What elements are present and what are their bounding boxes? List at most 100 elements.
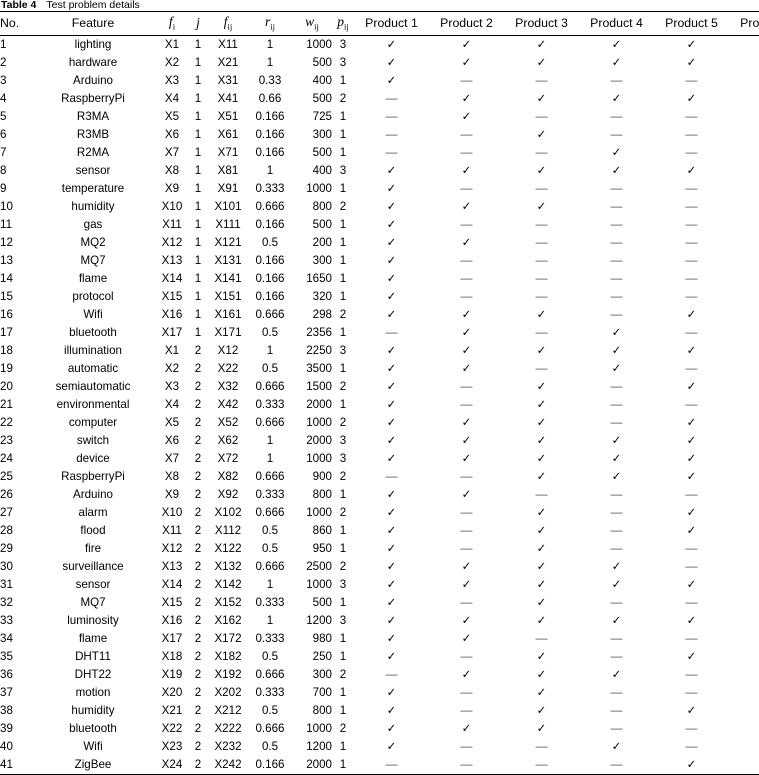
- cell-j: 1: [194, 146, 202, 160]
- cell-fi: X11: [162, 524, 182, 538]
- cell-feature: temperature: [61, 182, 125, 196]
- dash-icon: —: [460, 181, 473, 196]
- cell-feature: fire: [84, 542, 102, 556]
- dash-icon: —: [610, 397, 623, 412]
- check-icon: ✓: [611, 344, 622, 357]
- check-icon: ✓: [461, 200, 472, 213]
- cell-no: 5: [0, 110, 7, 124]
- cell-feature: surveillance: [62, 560, 124, 574]
- check-icon: ✓: [536, 722, 547, 735]
- cell-product-4: —: [579, 648, 654, 666]
- dash-icon: —: [535, 361, 548, 376]
- cell-pij: 3: [339, 578, 347, 592]
- cell-pij: 1: [339, 596, 347, 610]
- cell-product-4: —: [579, 684, 654, 702]
- cell-product-5: ✓: [654, 648, 729, 666]
- cell-feature: gas: [83, 218, 103, 232]
- column-header-product-6: Product 6: [740, 15, 759, 30]
- cell-pij: 1: [339, 650, 347, 664]
- dash-icon: —: [610, 649, 623, 664]
- cell-wij: 400: [312, 164, 332, 178]
- cell-fi: X10: [161, 200, 183, 214]
- cell-product-5: ✓: [654, 576, 729, 594]
- cell-fi: X1: [164, 344, 180, 358]
- cell-product-1: ✓: [354, 378, 429, 396]
- cell-feature: RaspberryPi: [61, 92, 125, 106]
- cell-product-6: ✓: [729, 612, 759, 630]
- cell-product-4: —: [579, 702, 654, 720]
- cell-j: 2: [194, 362, 202, 376]
- column-header-product-3: Product 3: [515, 15, 568, 30]
- dash-icon: —: [460, 685, 473, 700]
- cell-product-4: —: [579, 252, 654, 270]
- table-row: 26ArduinoX92X920.3338001✓✓————: [0, 486, 759, 504]
- cell-fij: X131: [214, 254, 242, 268]
- cell-rij: 0.5: [261, 362, 279, 376]
- cell-no: 28: [0, 524, 13, 538]
- cell-product-4: ✓: [579, 432, 654, 450]
- cell-product-3: ✓: [504, 162, 579, 180]
- cell-rij: 0.166: [255, 128, 285, 142]
- cell-j: 1: [194, 74, 202, 88]
- dash-icon: —: [460, 523, 473, 538]
- cell-product-2: ✓: [429, 90, 504, 108]
- check-icon: ✓: [686, 56, 697, 69]
- check-icon: ✓: [686, 524, 697, 537]
- cell-product-4: ✓: [579, 558, 654, 576]
- cell-product-2: —: [429, 468, 504, 486]
- cell-pij: 2: [339, 470, 347, 484]
- cell-fij: X141: [214, 272, 242, 286]
- check-icon: ✓: [386, 596, 397, 609]
- cell-product-5: —: [654, 396, 729, 414]
- cell-product-3: ✓: [504, 468, 579, 486]
- check-icon: ✓: [461, 344, 472, 357]
- cell-fij: X212: [214, 704, 242, 718]
- cell-wij: 300: [312, 254, 332, 268]
- table-row: 40WifiX232X2320.512001✓——✓—✓: [0, 738, 759, 756]
- cell-pij: 2: [339, 722, 347, 736]
- cell-pij: 1: [339, 218, 347, 232]
- dash-icon: —: [385, 469, 398, 484]
- cell-product-3: ✓: [504, 540, 579, 558]
- check-icon: ✓: [386, 254, 397, 267]
- cell-pij: 1: [339, 704, 347, 718]
- cell-no: 2: [0, 56, 7, 70]
- cell-rij: 0.5: [261, 740, 279, 754]
- cell-wij: 1000: [306, 452, 332, 466]
- cell-fij: X22: [217, 362, 239, 376]
- cell-rij: 0.5: [261, 542, 279, 556]
- column-header-product-2: Product 2: [440, 15, 493, 30]
- check-icon: ✓: [611, 362, 622, 375]
- dash-icon: —: [460, 703, 473, 718]
- cell-fij: X192: [214, 668, 242, 682]
- dash-icon: —: [610, 379, 623, 394]
- cell-product-2: ✓: [429, 558, 504, 576]
- cell-j: 1: [194, 254, 202, 268]
- header-row: No. Feature fi j fij rij wij pij Product…: [0, 11, 759, 36]
- cell-product-3: ✓: [504, 648, 579, 666]
- cell-fij: X62: [217, 434, 239, 448]
- cell-rij: 0.166: [255, 758, 285, 772]
- cell-fij: X121: [214, 236, 242, 250]
- cell-product-5: ✓: [654, 306, 729, 324]
- check-icon: ✓: [461, 326, 472, 339]
- cell-wij: 950: [312, 542, 332, 556]
- cell-product-3: —: [504, 144, 579, 162]
- check-icon: ✓: [611, 560, 622, 573]
- cell-product-6: ✓: [729, 342, 759, 360]
- cell-pij: 3: [339, 164, 347, 178]
- cell-wij: 500: [312, 146, 332, 160]
- column-header-product-5: Product 5: [665, 15, 718, 30]
- cell-no: 23: [0, 434, 13, 448]
- check-icon: ✓: [536, 470, 547, 483]
- cell-product-1: ✓: [354, 720, 429, 738]
- cell-no: 13: [0, 254, 13, 268]
- cell-product-1: —: [354, 108, 429, 126]
- check-icon: ✓: [611, 470, 622, 483]
- cell-rij: 0.5: [261, 236, 279, 250]
- check-icon: ✓: [386, 290, 397, 303]
- cell-product-4: —: [579, 126, 654, 144]
- cell-product-1: —: [354, 144, 429, 162]
- cell-feature: R3MA: [76, 110, 110, 124]
- cell-pij: 3: [339, 614, 347, 628]
